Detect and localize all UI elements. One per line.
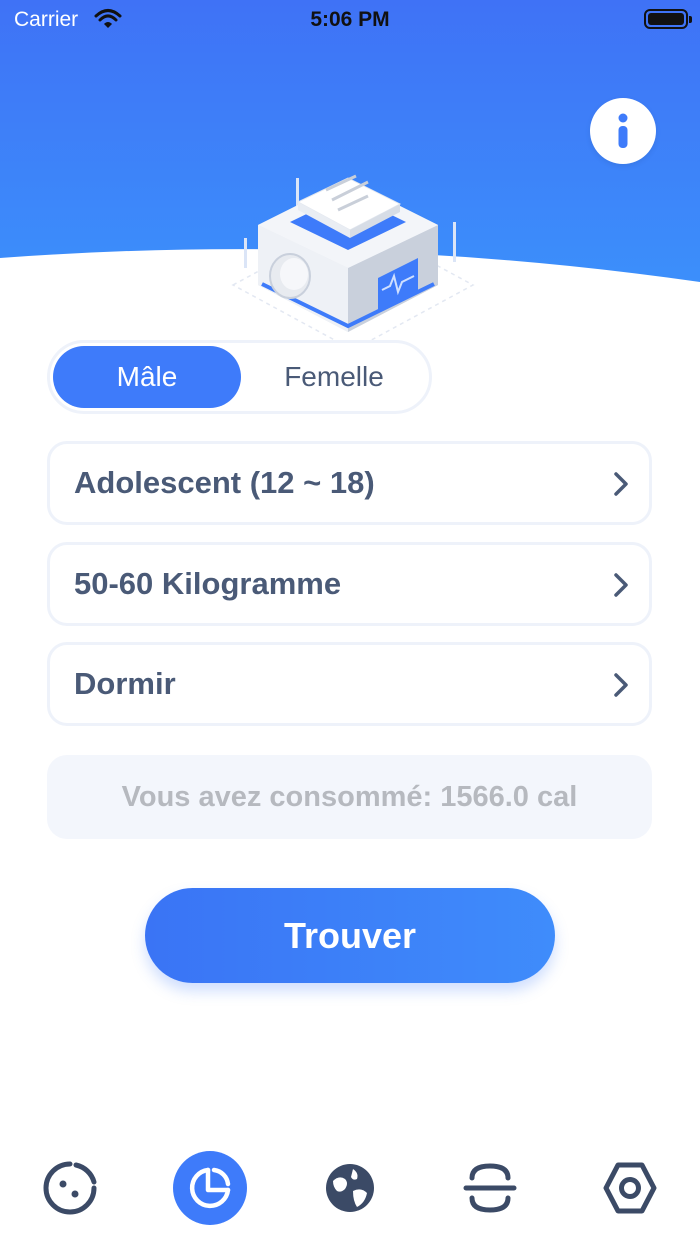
active-tab-bubble bbox=[173, 1151, 247, 1225]
find-button[interactable]: Trouver bbox=[145, 888, 555, 983]
tab-settings[interactable] bbox=[582, 1140, 678, 1236]
battery-icon bbox=[644, 9, 692, 29]
gender-option-male[interactable]: Mâle bbox=[53, 346, 241, 408]
age-group-label: Adolescent (12 ~ 18) bbox=[74, 465, 375, 500]
weight-label: 50-60 Kilogramme bbox=[74, 566, 342, 601]
weight-selector[interactable]: 50-60 Kilogramme bbox=[47, 542, 652, 626]
chevron-right-icon bbox=[613, 471, 629, 502]
info-button[interactable] bbox=[590, 98, 656, 164]
chevron-right-icon bbox=[613, 572, 629, 603]
gender-option-female[interactable]: Femelle bbox=[240, 346, 428, 408]
strikethrough-s-icon bbox=[463, 1163, 517, 1213]
gender-toggle: Mâle Femelle bbox=[47, 340, 432, 414]
age-group-selector[interactable]: Adolescent (12 ~ 18) bbox=[47, 441, 652, 525]
activity-selector[interactable]: Dormir bbox=[47, 642, 652, 726]
pie-chart-icon bbox=[189, 1167, 231, 1209]
globe-icon bbox=[326, 1164, 374, 1212]
tab-statistics[interactable] bbox=[162, 1140, 258, 1236]
hexagon-nut-icon bbox=[603, 1162, 657, 1214]
chevron-right-icon bbox=[613, 672, 629, 703]
activity-label: Dormir bbox=[74, 666, 176, 701]
tab-cookie[interactable] bbox=[22, 1140, 118, 1236]
clock: 5:06 PM bbox=[310, 8, 390, 31]
tab-world[interactable] bbox=[302, 1140, 398, 1236]
status-bar: Carrier 5:06 PM bbox=[0, 0, 700, 40]
calories-result: Vous avez consommé: 1566.0 cal bbox=[47, 755, 652, 839]
scale-device-illustration bbox=[228, 160, 478, 360]
cookie-icon bbox=[43, 1161, 97, 1215]
tab-strikethrough[interactable] bbox=[442, 1140, 538, 1236]
tab-bar bbox=[0, 1140, 700, 1236]
info-icon bbox=[618, 113, 628, 148]
